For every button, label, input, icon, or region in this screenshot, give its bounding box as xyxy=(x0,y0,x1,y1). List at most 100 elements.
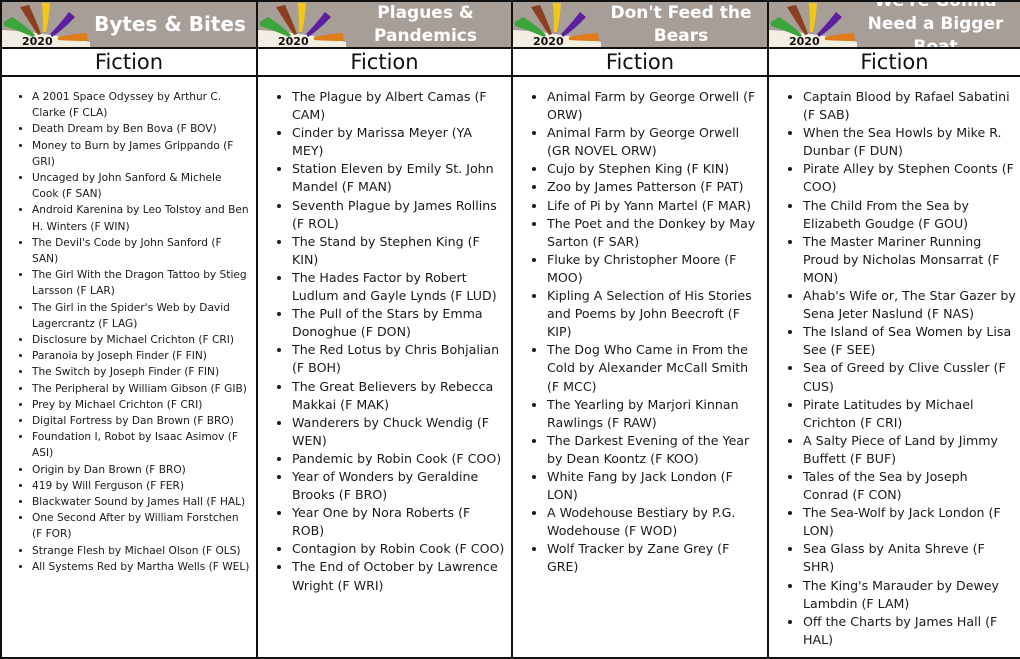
book-list-cell: A 2001 Space Odyssey by Arthur C. Clarke… xyxy=(2,77,258,659)
book-list-item: Digital Fortress by Dan Brown (F BRO) xyxy=(32,413,250,429)
book-list-item: The Poet and the Donkey by May Sarton (F… xyxy=(547,215,761,251)
book-list-item: The Devil's Code by John Sanford (F SAN) xyxy=(32,235,250,267)
book-list-item: Station Eleven by Emily St. John Mandel … xyxy=(292,160,505,196)
book-list-item: The Great Believers by Rebecca Makkai (F… xyxy=(292,378,505,414)
column-title: Bytes & Bites xyxy=(94,12,246,36)
book-list-item: The Red Lotus by Chris Bohjalian (F BOH) xyxy=(292,341,505,377)
book-list: A 2001 Space Odyssey by Arthur C. Clarke… xyxy=(2,77,256,575)
book-list-item: The Girl in the Spider's Web by David La… xyxy=(32,300,250,332)
book-list-item: Tales of the Sea by Joseph Conrad (F CON… xyxy=(803,468,1016,504)
book-list-item: Death Dream by Ben Bova (F BOV) xyxy=(32,121,250,137)
book-list-item: Cujo by Stephen King (F KIN) xyxy=(547,160,761,178)
book-list-item: The Island of Sea Women by Lisa See (F S… xyxy=(803,323,1016,359)
book-list-item: The End of October by Lawrence Wright (F… xyxy=(292,558,505,594)
book-list-item: Android Karenina by Leo Tolstoy and Ben … xyxy=(32,202,250,234)
book-list: The Plague by Albert Camas (F CAM)Cinder… xyxy=(258,77,511,595)
book-list-item: The Darkest Evening of the Year by Dean … xyxy=(547,432,761,468)
column-title: Don't Feed the Bears xyxy=(610,2,752,46)
book-list-item: Animal Farm by George Orwell (F ORW) xyxy=(547,88,761,124)
logo-ray xyxy=(50,12,75,37)
column-subtitle: Fiction xyxy=(258,49,513,77)
sunburst-2020-logo-icon: 2020 xyxy=(2,3,90,47)
book-list-item: Sea Glass by Anita Shreve (F SHR) xyxy=(803,540,1016,576)
reading-list-table: 2020 Bytes & Bites 2020 Plagues & Pandem… xyxy=(0,0,1020,659)
book-list-item: Disclosure by Michael Crichton (F CRI) xyxy=(32,332,250,348)
book-list-item: Strange Flesh by Michael Olson (F OLS) xyxy=(32,543,250,559)
book-list-item: Wolf Tracker by Zane Grey (F GRE) xyxy=(547,540,761,576)
book-list-item: All Systems Red by Martha Wells (F WEL) xyxy=(32,559,250,575)
book-list-item: Paranoia by Joseph Finder (F FIN) xyxy=(32,348,250,364)
header-dont-feed-bears: 2020 Don't Feed the Bears xyxy=(513,2,769,49)
logo-ray xyxy=(569,33,599,41)
book-list-item: 419 by Will Ferguson (F FER) xyxy=(32,478,250,494)
logo-ray xyxy=(553,3,561,32)
column-subtitle: Fiction xyxy=(769,49,1020,77)
logo-ray xyxy=(817,12,842,37)
book-list-item: The Girl With the Dragon Tattoo by Stieg… xyxy=(32,267,250,299)
book-list-item: The Pull of the Stars by Emma Donoghue (… xyxy=(292,305,505,341)
sunburst-2020-logo-icon: 2020 xyxy=(258,3,346,47)
column-title: Plagues & Pandemics xyxy=(373,2,477,46)
book-list-item: Wanderers by Chuck Wendig (F WEN) xyxy=(292,414,505,450)
book-list: Captain Blood by Rafael Sabatini (F SAB)… xyxy=(769,77,1020,649)
book-list-item: Kipling A Selection of His Stories and P… xyxy=(547,287,761,341)
book-list-item: Fluke by Christopher Moore (F MOO) xyxy=(547,251,761,287)
header-bytes-bites: 2020 Bytes & Bites xyxy=(2,2,258,49)
book-list-item: Cinder by Marissa Meyer (YA MEY) xyxy=(292,124,505,160)
logo-ray xyxy=(561,12,586,37)
book-list-item: The Dog Who Came in From the Cold by Ale… xyxy=(547,341,761,395)
logo-ray xyxy=(42,3,50,32)
book-list-item: Prey by Michael Crichton (F CRI) xyxy=(32,397,250,413)
book-list-cell: Animal Farm by George Orwell (F ORW)Anim… xyxy=(513,77,769,659)
logo-ray xyxy=(58,33,88,41)
book-list-item: Year One by Nora Roberts (F ROB) xyxy=(292,504,505,540)
book-list: Animal Farm by George Orwell (F ORW)Anim… xyxy=(513,77,767,577)
sunburst-2020-logo-icon: 2020 xyxy=(769,3,857,47)
book-list-item: The Master Mariner Running Proud by Nich… xyxy=(803,233,1016,287)
book-list-item: Origin by Dan Brown (F BRO) xyxy=(32,462,250,478)
book-list-item: Money to Burn by James Grippando (F GRI) xyxy=(32,138,250,170)
book-list-item: A Wodehouse Bestiary by P.G. Wodehouse (… xyxy=(547,504,761,540)
book-list-item: The Stand by Stephen King (F KIN) xyxy=(292,233,505,269)
logo-ray xyxy=(825,33,855,41)
book-list-cell: Captain Blood by Rafael Sabatini (F SAB)… xyxy=(769,77,1020,659)
book-list-item: The Plague by Albert Camas (F CAM) xyxy=(292,88,505,124)
column-title: We're Gonna Need a Bigger Boat xyxy=(867,2,1004,49)
logo-ray xyxy=(314,33,344,41)
column-subtitle: Fiction xyxy=(513,49,769,77)
book-list-item: The Yearling by Marjori Kinnan Rawlings … xyxy=(547,396,761,432)
logo-year: 2020 xyxy=(533,35,564,47)
book-list-item: Contagion by Robin Cook (F COO) xyxy=(292,540,505,558)
column-subtitle: Fiction xyxy=(2,49,258,77)
book-list-item: The Peripheral by William Gibson (F GIB) xyxy=(32,381,250,397)
logo-ray xyxy=(809,3,817,32)
book-list-item: Blackwater Sound by James Hall (F HAL) xyxy=(32,494,250,510)
book-list-item: The Switch by Joseph Finder (F FIN) xyxy=(32,364,250,380)
book-list-cell: The Plague by Albert Camas (F CAM)Cinder… xyxy=(258,77,513,659)
book-list-item: Pirate Alley by Stephen Coonts (F COO) xyxy=(803,160,1016,196)
logo-year: 2020 xyxy=(789,35,820,47)
book-list-item: Off the Charts by James Hall (F HAL) xyxy=(803,613,1016,649)
book-list-item: The Child From the Sea by Elizabeth Goud… xyxy=(803,197,1016,233)
book-list-item: When the Sea Howls by Mike R. Dunbar (F … xyxy=(803,124,1016,160)
book-list-item: One Second After by William Forstchen (F… xyxy=(32,510,250,542)
book-list-item: Pirate Latitudes by Michael Crichton (F … xyxy=(803,396,1016,432)
header-plagues-pandemics: 2020 Plagues & Pandemics xyxy=(258,2,513,49)
book-list-item: Zoo by James Patterson (F PAT) xyxy=(547,178,761,196)
book-list-item: Year of Wonders by Geraldine Brooks (F B… xyxy=(292,468,505,504)
logo-ray xyxy=(298,3,306,32)
book-list-item: A 2001 Space Odyssey by Arthur C. Clarke… xyxy=(32,89,250,121)
sunburst-2020-logo-icon: 2020 xyxy=(513,3,601,47)
logo-ray xyxy=(306,12,331,37)
book-list-item: Life of Pi by Yann Martel (F MAR) xyxy=(547,197,761,215)
logo-year: 2020 xyxy=(22,35,53,47)
book-list-item: Foundation I, Robot by Isaac Asimov (F A… xyxy=(32,429,250,461)
book-list-item: A Salty Piece of Land by Jimmy Buffett (… xyxy=(803,432,1016,468)
header-bigger-boat: 2020 We're Gonna Need a Bigger Boat xyxy=(769,2,1020,49)
book-list-item: Ahab's Wife or, The Star Gazer by Sena J… xyxy=(803,287,1016,323)
book-list-item: The Hades Factor by Robert Ludlum and Ga… xyxy=(292,269,505,305)
book-list-item: White Fang by Jack London (F LON) xyxy=(547,468,761,504)
book-list-item: The King's Marauder by Dewey Lambdin (F … xyxy=(803,577,1016,613)
book-list-item: Seventh Plague by James Rollins (F ROL) xyxy=(292,197,505,233)
logo-year: 2020 xyxy=(278,35,309,47)
